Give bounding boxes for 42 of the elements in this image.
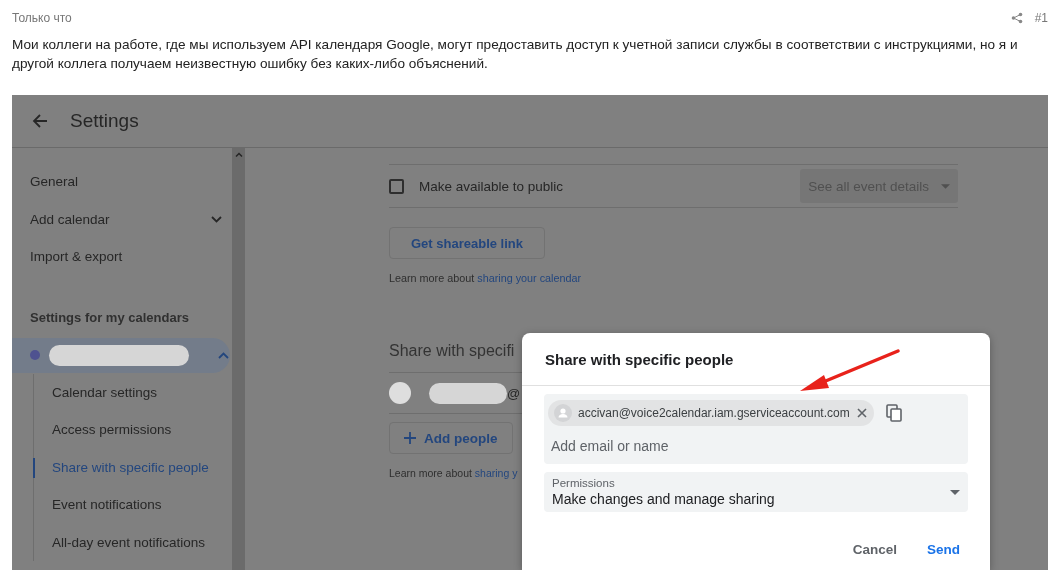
scrollbar[interactable] — [232, 148, 245, 570]
public-label: Make available to public — [419, 178, 565, 194]
learn-more-link[interactable]: sharing your calendar — [477, 272, 582, 284]
plus-icon — [404, 432, 416, 444]
calendar-dot-icon — [30, 350, 40, 360]
sidebar-subitem[interactable]: Access permissions — [34, 411, 232, 449]
sidebar-subitem[interactable]: Calendar settings — [34, 373, 232, 411]
email-chip[interactable]: accivan@voice2calendar.iam.gserviceaccount.com — [548, 400, 874, 426]
section-heading: Share with specifi — [389, 342, 515, 361]
dropdown-icon — [950, 489, 960, 495]
dialog-title: Share with specific people — [545, 350, 734, 368]
dropdown-icon — [941, 183, 950, 189]
public-checkbox[interactable] — [389, 178, 404, 194]
post-time: Только что — [12, 11, 72, 25]
share-icon[interactable] — [1010, 12, 1023, 24]
sidebar-subitem[interactable]: Event notifications — [34, 486, 232, 524]
chevron-down-icon — [211, 215, 222, 223]
post-number[interactable]: #1 — [1034, 11, 1048, 25]
person-icon — [554, 404, 572, 422]
avatar — [389, 382, 411, 404]
permissions-dropdown[interactable]: Permissions Make changes and manage sharing — [544, 472, 968, 512]
sidebar-item[interactable]: Import & export — [12, 238, 232, 276]
learn-more-link[interactable]: sharing y — [474, 467, 518, 479]
person-email: @ — [507, 385, 521, 401]
send-button[interactable]: Send — [919, 536, 968, 563]
sidebar-subitem[interactable]: Share with specific people — [34, 448, 232, 486]
sidebar-heading: Settings for my calendars — [29, 308, 190, 327]
sidebar-item[interactable]: Add calendar — [12, 200, 232, 238]
cancel-button[interactable]: Cancel — [844, 536, 905, 563]
sidebar-item[interactable]: General — [12, 163, 232, 201]
calendar-item[interactable] — [12, 337, 230, 373]
post-text: Мои коллеги на работе, где мы используем API календаря Google, могут предоставить доступ к учетной записи службы в соответствии с инструкциями, но я и другой коллега получаем неизвестную ошибку без каких-либо объяснений. — [12, 36, 1019, 73]
shareable-link-button[interactable]: Get shareable link — [389, 227, 545, 259]
copy-icon[interactable] — [885, 404, 902, 422]
learn-more-text: Learn more about sharing your calendar — [389, 272, 583, 284]
close-icon[interactable] — [855, 407, 868, 419]
sidebar-subitem[interactable]: All-day event notifications — [34, 523, 232, 561]
settings-title: Settings — [70, 110, 139, 132]
back-arrow-icon[interactable] — [32, 113, 48, 129]
people-field[interactable]: accivan@voice2calendar.iam.gserviceaccount.com Add email or name — [544, 394, 968, 464]
add-people-button[interactable]: Add people — [389, 422, 513, 454]
scroll-up-icon — [234, 152, 243, 157]
